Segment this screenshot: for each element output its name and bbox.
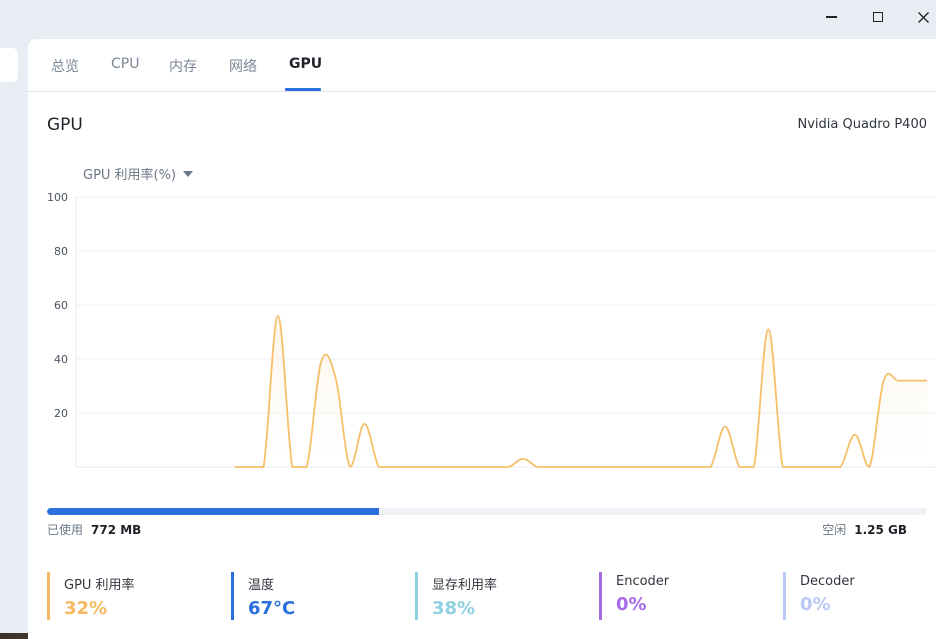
title-bar	[0, 0, 936, 36]
metric-dropdown-label: GPU 利用率(%)	[83, 168, 177, 183]
memory-free-value: 1.25 GB	[854, 523, 907, 537]
minimize-button[interactable]	[808, 0, 854, 34]
maximize-button[interactable]	[855, 0, 901, 34]
memory-used-label: 已使用	[47, 523, 84, 537]
memory-used-value: 772 MB	[91, 523, 142, 537]
stat-label: Encoder	[616, 574, 670, 589]
tab-gpu[interactable]: GPU	[289, 56, 322, 72]
memory-free: 空闲 1.25 GB	[822, 521, 907, 538]
memory-usage-fill	[47, 508, 379, 515]
stat-value: 0%	[800, 594, 831, 615]
tab-memory[interactable]: 内存	[169, 56, 197, 76]
y-tick-label: 40	[54, 353, 68, 366]
stat-value: 67°C	[248, 598, 296, 619]
close-icon	[917, 11, 929, 23]
tab-bar: 总览 CPU 内存 网络 GPU	[28, 39, 936, 92]
stat-label: 温度	[248, 578, 275, 593]
y-tick-label: 80	[54, 245, 68, 258]
y-tick-label: 60	[54, 299, 68, 312]
stat-encoder: Encoder 0%	[599, 572, 669, 620]
stat-vram-utilization: 显存利用率 38%	[415, 572, 497, 620]
gpu-device-name: Nvidia Quadro P400	[797, 117, 927, 132]
stat-value: 0%	[616, 594, 647, 615]
memory-usage-bar	[47, 508, 927, 515]
stat-label: Decoder	[800, 574, 855, 589]
stat-value: 38%	[432, 598, 476, 619]
memory-free-label: 空闲	[822, 523, 847, 537]
chevron-down-icon	[183, 171, 194, 177]
tab-cpu[interactable]: CPU	[111, 56, 139, 72]
tab-network[interactable]: 网络	[229, 56, 257, 76]
stat-label: GPU 利用率	[64, 578, 135, 593]
maximize-icon	[873, 12, 883, 22]
memory-used: 已使用 772 MB	[47, 521, 141, 538]
stat-decoder: Decoder 0%	[783, 572, 855, 620]
stat-label: 显存利用率	[432, 578, 498, 593]
stats-row: GPU 利用率 32% 温度 67°C 显存利用率 38% Encoder 0%…	[47, 572, 936, 622]
metric-dropdown[interactable]: GPU 利用率(%)	[83, 164, 194, 183]
tab-overview[interactable]: 总览	[51, 56, 79, 76]
y-tick-label: 20	[54, 407, 68, 420]
minimize-icon	[825, 16, 837, 18]
sidebar-panel-edge	[0, 48, 18, 82]
close-button[interactable]	[900, 0, 936, 34]
stat-value: 32%	[64, 598, 108, 619]
active-tab-indicator	[285, 88, 321, 91]
section-title: GPU	[47, 115, 83, 135]
stat-temperature: 温度 67°C	[231, 572, 295, 620]
gpu-usage-chart: 100 80 60 40 20	[47, 191, 936, 468]
resource-monitor-card: 总览 CPU 内存 网络 GPU GPU Nvidia Quadro P400 …	[28, 39, 936, 639]
stat-gpu-utilization: GPU 利用率 32%	[47, 572, 135, 620]
y-tick-label: 100	[47, 191, 68, 204]
